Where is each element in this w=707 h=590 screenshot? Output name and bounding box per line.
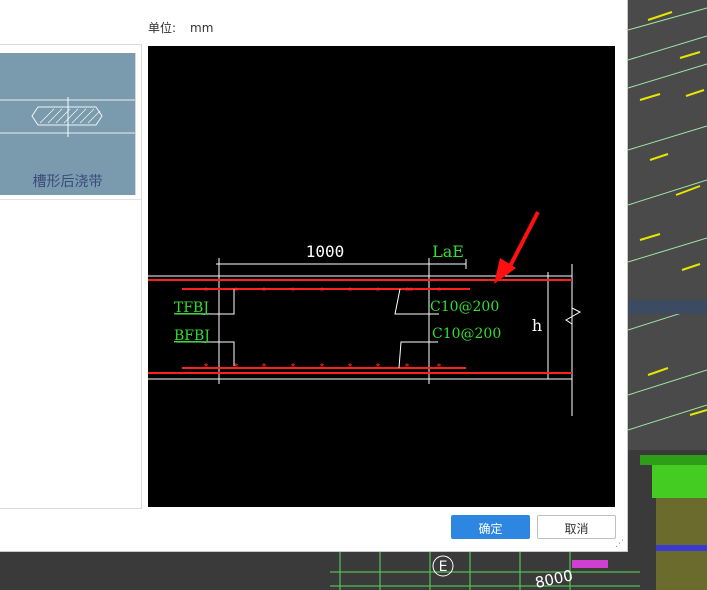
svg-text:*: *: [405, 362, 410, 373]
unit-label: 单位:: [148, 21, 177, 35]
divider: [0, 199, 141, 200]
unit-row: 单位: mm: [148, 19, 213, 36]
svg-text:*: *: [437, 362, 442, 373]
tfbj-label: TFBJ: [174, 300, 209, 316]
bottom-stirrup-label: C10@200: [432, 326, 501, 342]
svg-text:*: *: [376, 362, 381, 373]
svg-text:*: *: [376, 286, 381, 297]
height-label: h: [532, 316, 542, 335]
axis-label-e: E: [439, 559, 448, 575]
selected-member: [572, 560, 608, 568]
svg-text:*: *: [204, 362, 209, 373]
dim-1000-label: 1000: [306, 242, 345, 261]
ok-button[interactable]: 确定: [451, 515, 530, 539]
slab-rebar-grid: [627, 0, 707, 450]
svg-text:*: *: [320, 362, 325, 373]
section-drawing: 1000 LaE * * * * * * * * * * * * * * * *…: [148, 46, 615, 507]
svg-text:*: *: [320, 286, 325, 297]
type-list-panel: 槽形后浇带: [0, 44, 142, 509]
unit-value: mm: [190, 21, 214, 35]
svg-text:*: *: [204, 286, 209, 297]
svg-text:*: *: [348, 362, 353, 373]
cancel-button[interactable]: 取消: [537, 515, 616, 539]
svg-text:*: *: [291, 286, 296, 297]
svg-text:*: *: [348, 286, 353, 297]
bfbj-label: BFBJ: [174, 328, 210, 344]
post-cast-strip-dialog: 单位: mm 槽形后浇带 1000 LaE * * * * * * * * * …: [0, 0, 628, 552]
svg-text:*: *: [291, 362, 296, 373]
svg-text:*: *: [409, 286, 414, 297]
top-stirrup-label: C10@200: [430, 299, 499, 315]
svg-text:*: *: [437, 286, 442, 297]
trough-strip-label: 槽形后浇带: [32, 174, 103, 190]
resize-grip-icon[interactable]: ⋰: [615, 539, 625, 549]
type-option-trough[interactable]: 槽形后浇带: [0, 53, 136, 195]
dim-lae-label: LaE: [432, 242, 464, 261]
svg-text:*: *: [262, 362, 267, 373]
svg-text:*: *: [262, 286, 267, 297]
